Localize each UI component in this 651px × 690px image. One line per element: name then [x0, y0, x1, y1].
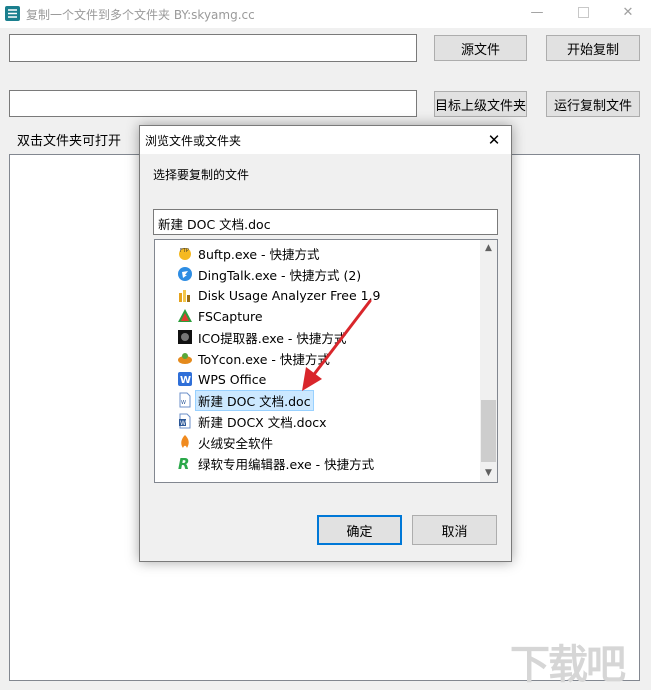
tree-item-label: FSCapture	[198, 308, 263, 324]
minimize-button[interactable]: —	[514, 0, 560, 28]
tree-item[interactable]: DingTalk.exe - 快捷方式 (2)	[177, 264, 361, 284]
tree-item[interactable]: FTP 8uftp.exe - 快捷方式	[177, 243, 320, 263]
scroll-down-arrow-icon[interactable]: ▼	[480, 465, 497, 482]
wps-icon: W	[177, 371, 193, 387]
scroll-up-arrow-icon[interactable]: ▲	[480, 240, 497, 257]
editor-icon: R	[177, 455, 193, 473]
target-parent-folder-button[interactable]: 目标上级文件夹	[434, 91, 527, 117]
svg-text:W: W	[180, 375, 191, 386]
maximize-button[interactable]	[560, 0, 606, 28]
svg-text:R: R	[178, 455, 190, 471]
tree-item[interactable]: R 绿软专用编辑器.exe - 快捷方式	[177, 453, 374, 473]
dialog-close-button[interactable]: ✕	[483, 129, 505, 151]
tree-item-label: DingTalk.exe - 快捷方式 (2)	[198, 267, 362, 283]
tree-item[interactable]: W WPS Office	[177, 369, 266, 389]
fscapture-icon	[177, 308, 193, 324]
selected-path-field[interactable]: 新建 DOC 文档.doc	[153, 209, 498, 235]
watermark-logo: 下载吧	[510, 642, 626, 688]
tree-item-label: 8uftp.exe - 快捷方式	[198, 246, 320, 262]
window-title: 复制一个文件到多个文件夹 BY:skyamg.cc	[26, 8, 255, 22]
docx-file-icon: W	[177, 413, 193, 429]
ico-extractor-icon	[177, 329, 193, 345]
app-icon	[5, 6, 20, 21]
close-button[interactable]: ✕	[605, 0, 651, 28]
tree-item-label: 绿软专用编辑器.exe - 快捷方式	[198, 456, 375, 472]
dingtalk-icon	[177, 266, 193, 282]
cancel-button[interactable]: 取消	[412, 515, 497, 545]
folder-hint-label: 双击文件夹可打开	[17, 134, 122, 149]
svg-text:W: W	[180, 420, 186, 427]
start-copy-button[interactable]: 开始复制	[546, 35, 640, 61]
tree-item[interactable]: FSCapture	[177, 306, 263, 326]
annotation-arrow	[302, 299, 372, 391]
doc-file-icon: W	[177, 392, 193, 408]
run-copy-button[interactable]: 运行复制文件	[546, 91, 640, 117]
disk-analyzer-icon	[177, 287, 193, 303]
dialog-prompt: 选择要复制的文件	[153, 168, 250, 182]
toycon-icon	[177, 350, 193, 366]
tree-item[interactable]: W 新建 DOCX 文档.docx	[177, 411, 327, 431]
tree-item-label: 新建 DOCX 文档.docx	[198, 414, 327, 430]
maximize-icon	[577, 7, 589, 18]
svg-text:FTP: FTP	[180, 248, 189, 254]
tree-item[interactable]: 火绒安全软件	[177, 432, 273, 452]
source-file-input[interactable]	[9, 34, 417, 62]
huorong-icon	[177, 434, 193, 450]
source-file-button[interactable]: 源文件	[434, 35, 527, 61]
svg-text:W: W	[181, 400, 186, 406]
ok-button[interactable]: 确定	[317, 515, 402, 545]
target-folder-input[interactable]	[9, 90, 417, 117]
dialog-title-bar: 浏览文件或文件夹 ✕	[140, 126, 511, 154]
ftp-icon: FTP	[177, 245, 193, 261]
scroll-thumb[interactable]	[481, 400, 496, 462]
tree-item-label: 火绒安全软件	[198, 435, 274, 451]
vertical-scrollbar[interactable]: ▲ ▼	[480, 240, 497, 482]
dialog-title: 浏览文件或文件夹	[145, 134, 242, 148]
title-bar: 复制一个文件到多个文件夹 BY:skyamg.cc — ✕	[0, 0, 651, 28]
tree-item-label: WPS Office	[198, 371, 267, 387]
